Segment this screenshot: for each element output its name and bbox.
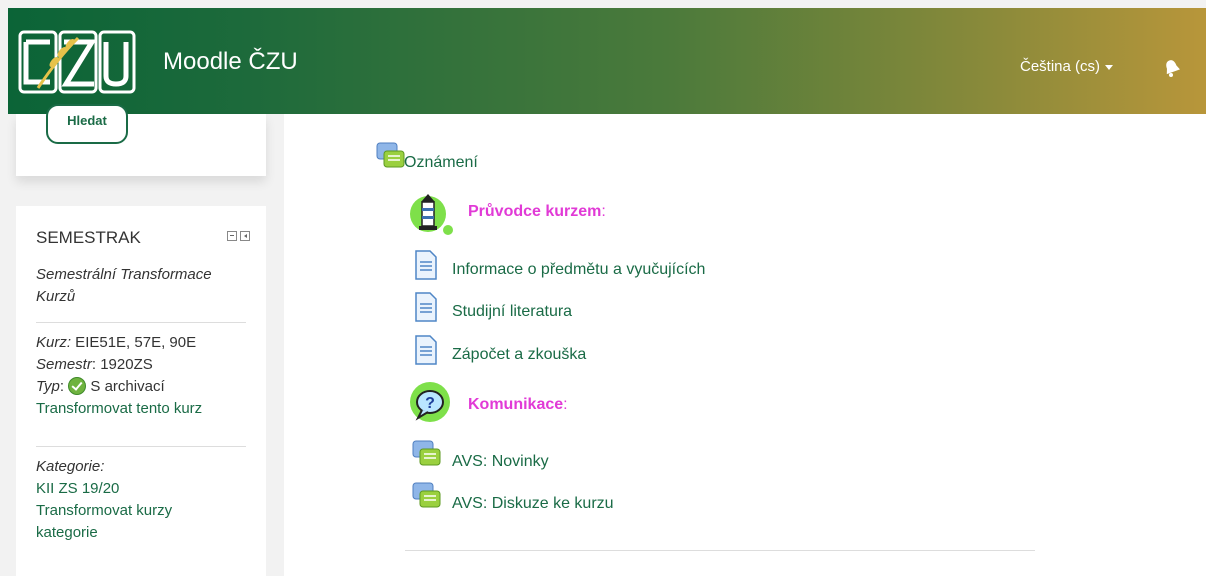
forum-icon — [376, 142, 405, 168]
semester-value: : 1920ZS — [91, 356, 153, 373]
communication-label-text: Komunikace — [468, 396, 564, 413]
subtitle-line: Semestrální Transformace — [36, 266, 212, 283]
czu-logo[interactable] — [18, 30, 136, 94]
transform-category-link[interactable]: Transformovat kurzy kategorie — [36, 500, 172, 544]
forum-link[interactable]: AVS: Novinky — [452, 453, 549, 471]
forum-link[interactable]: AVS: Diskuze ke kurzu — [452, 495, 614, 513]
semester-label: Semestr — [36, 356, 92, 373]
announcements-link[interactable]: Oznámení — [404, 154, 478, 172]
block-subtitle: Semestrální Transformace Kurzů — [36, 264, 212, 308]
semestrak-block: SEMESTRAK Semestrální Transformace Kurzů… — [16, 206, 266, 576]
svg-text:?: ? — [425, 395, 435, 412]
lighthouse-icon — [410, 194, 453, 235]
category-info: Kategorie: KII ZS 19/20 Transformovat ku… — [36, 456, 172, 544]
language-label: Čeština (cs) — [1020, 58, 1101, 75]
category-link[interactable]: KII ZS 19/20 — [36, 478, 172, 500]
divider — [36, 322, 246, 323]
course-label: Kurz: — [36, 334, 72, 351]
check-circle-icon — [68, 377, 87, 395]
chevron-down-icon — [1105, 64, 1114, 70]
guide-label: Průvodce kurzem: — [468, 203, 606, 221]
type-label: Typ — [36, 378, 60, 395]
page-icon — [415, 250, 437, 280]
divider — [36, 446, 246, 447]
question-bubble-icon: ? — [410, 382, 450, 422]
communication-colon: : — [563, 396, 568, 413]
block-controls — [227, 228, 253, 246]
section-divider — [405, 550, 1035, 551]
guide-item[interactable]: Informace o předmětu a vyučujících — [452, 261, 705, 279]
forum-icon — [412, 482, 441, 508]
link-line: Transformovat kurzy — [36, 502, 173, 519]
forum-icon — [412, 440, 441, 466]
guide-label-text: Průvodce kurzem — [468, 203, 602, 220]
guide-colon: : — [601, 203, 606, 220]
communication-label: Komunikace: — [468, 396, 568, 414]
bell-icon[interactable] — [1163, 58, 1181, 78]
guide-item[interactable]: Studijní literatura — [452, 303, 572, 321]
site-name[interactable]: Moodle ČZU — [163, 48, 298, 76]
link-line: kategorie — [36, 524, 98, 541]
transform-course-link[interactable]: Transformovat tento kurz — [36, 398, 202, 420]
course-content: Oznámení Průvodce kurzem: Informace o př… — [284, 114, 1206, 576]
language-menu[interactable]: Čeština (cs) — [1020, 58, 1114, 75]
search-block: Hledat — [16, 104, 266, 176]
guide-item[interactable]: Zápočet a zkouška — [452, 346, 586, 364]
top-navbar: Moodle ČZU Čeština (cs) — [8, 8, 1206, 114]
dock-icon[interactable] — [240, 231, 250, 241]
course-info: Kurz: EIE51E, 57E, 90E Semestr: 1920ZS T… — [36, 332, 202, 420]
course-value: EIE51E, 57E, 90E — [71, 334, 197, 351]
page-icon — [415, 292, 437, 322]
block-title: SEMESTRAK — [36, 228, 141, 247]
type-value: S archivací — [90, 378, 165, 395]
search-button[interactable]: Hledat — [46, 104, 128, 144]
subtitle-line: Kurzů — [36, 288, 76, 305]
page-icon — [415, 335, 437, 365]
category-label: Kategorie: — [36, 458, 105, 475]
collapse-icon[interactable] — [227, 231, 237, 241]
